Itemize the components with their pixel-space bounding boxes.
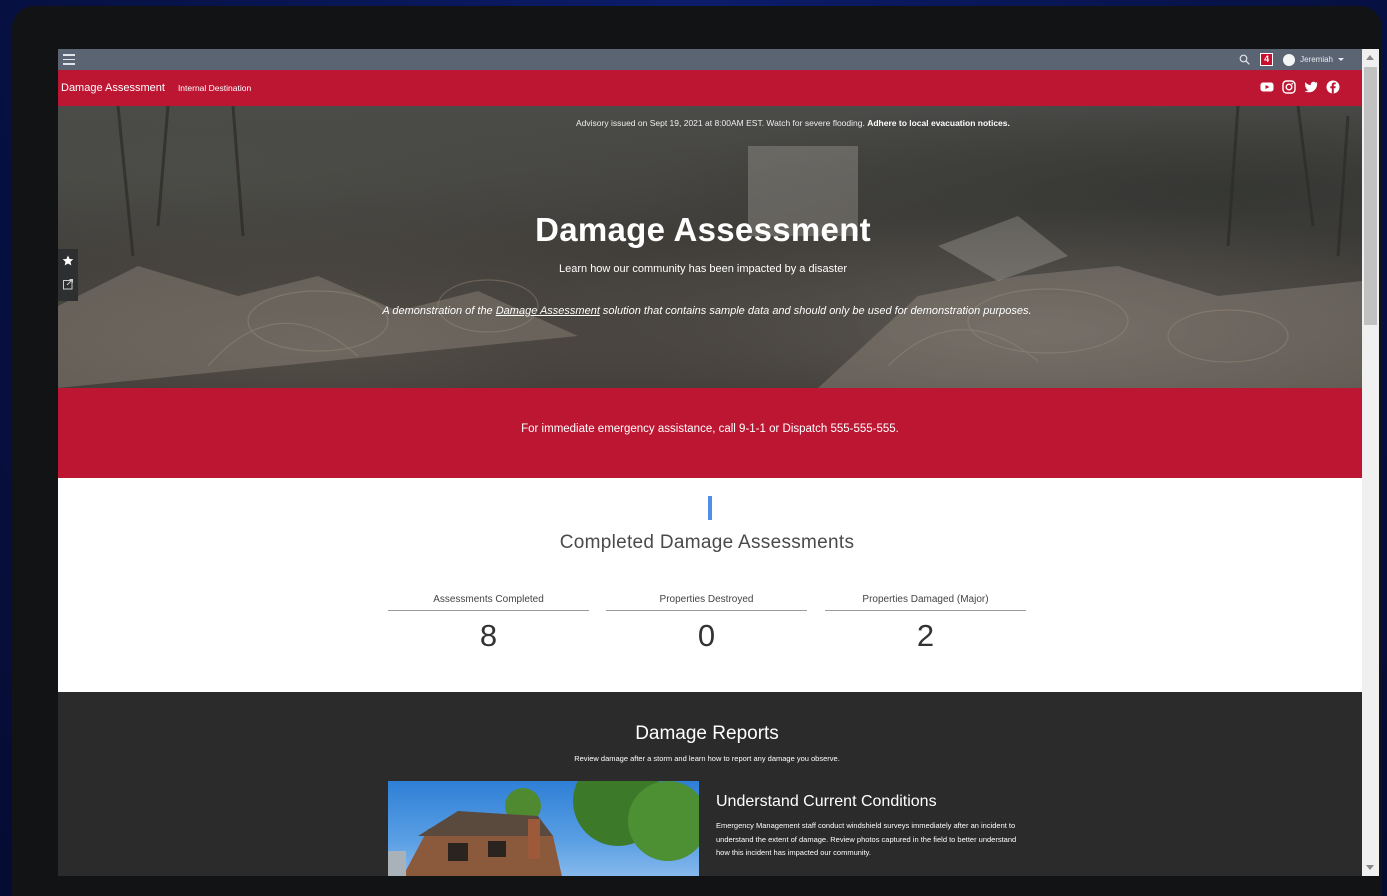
stats-title: Completed Damage Assessments: [559, 532, 855, 553]
reports-subtitle: Review damage after a storm and learn ho…: [574, 754, 840, 763]
browser-viewport: 4 Jeremiah Damage Assessment Internal De…: [58, 49, 1379, 876]
advisory-notice: Advisory issued on Sept 19, 2021 at 8:00…: [576, 118, 1010, 128]
hero-subtitle: Learn how our community has been impacte…: [559, 263, 847, 275]
emergency-banner: For immediate emergency assistance, call…: [58, 388, 1362, 478]
demo-disclaimer: A demonstration of the Damage Assessment…: [58, 305, 1356, 317]
device-frame: 4 Jeremiah Damage Assessment Internal De…: [12, 6, 1382, 896]
demo-suffix: solution that contains sample data and s…: [599, 305, 1032, 317]
system-bar: 4 Jeremiah: [58, 49, 1362, 70]
scrollbar-thumb[interactable]: [1364, 67, 1377, 325]
scroll-down-arrow-icon[interactable]: [1366, 865, 1374, 870]
stat-properties-destroyed: Properties Destroyed 0: [606, 594, 807, 654]
damaged-house-photo: [388, 781, 699, 876]
card-title: Understand Current Conditions: [716, 793, 937, 810]
youtube-icon[interactable]: [1260, 80, 1274, 94]
nav-link-internal-destination[interactable]: Internal Destination: [178, 83, 251, 93]
advisory-text: Advisory issued on Sept 19, 2021 at 8:00…: [576, 118, 868, 128]
stats-section: Completed Damage Assessments Assessments…: [58, 478, 1362, 692]
hero-banner: Advisory issued on Sept 19, 2021 at 8:00…: [58, 106, 1362, 388]
reports-title: Damage Reports: [635, 723, 779, 744]
stat-label: Assessments Completed: [388, 594, 589, 611]
section-accent-bar: [708, 496, 712, 520]
stat-value: 8: [479, 618, 498, 653]
stat-value: 2: [916, 618, 935, 653]
menu-icon[interactable]: [63, 54, 75, 65]
hero-title: Damage Assessment: [535, 211, 871, 248]
twitter-icon[interactable]: [1304, 80, 1318, 94]
stat-label: Properties Damaged (Major): [825, 594, 1026, 611]
site-title-link[interactable]: Damage Assessment: [61, 82, 165, 94]
stat-value: 0: [697, 618, 716, 653]
stat-properties-damaged-major: Properties Damaged (Major) 2: [825, 594, 1026, 654]
favorite-star-icon[interactable]: [58, 249, 78, 273]
social-links: [1260, 80, 1340, 94]
stat-assessments-completed: Assessments Completed 8: [388, 594, 589, 654]
solution-link[interactable]: Damage Assessment: [496, 305, 600, 317]
instagram-icon[interactable]: [1282, 80, 1296, 94]
damage-reports-section: Damage Reports Review damage after a sto…: [58, 692, 1362, 876]
user-menu[interactable]: Jeremiah: [1283, 53, 1344, 66]
site-header: Damage Assessment Internal Destination: [58, 70, 1362, 106]
chevron-down-icon: [1338, 57, 1344, 61]
vertical-scrollbar[interactable]: [1362, 49, 1379, 876]
side-toolbar: [58, 249, 78, 301]
search-icon[interactable]: [1239, 54, 1250, 65]
notification-badge[interactable]: 4: [1260, 53, 1274, 66]
card-body: Emergency Management staff conduct winds…: [716, 821, 1017, 857]
page-content: 4 Jeremiah Damage Assessment Internal De…: [58, 49, 1362, 876]
user-name: Jeremiah: [1300, 55, 1333, 64]
facebook-icon[interactable]: [1326, 80, 1340, 94]
advisory-emphasis: Adhere to local evacuation notices.: [867, 118, 1010, 128]
demo-prefix: A demonstration of the: [382, 305, 496, 317]
share-icon[interactable]: [58, 273, 78, 297]
scroll-up-arrow-icon[interactable]: [1366, 55, 1374, 60]
stat-label: Properties Destroyed: [606, 594, 807, 611]
avatar: [1283, 53, 1296, 66]
emergency-text: For immediate emergency assistance, call…: [521, 423, 899, 435]
